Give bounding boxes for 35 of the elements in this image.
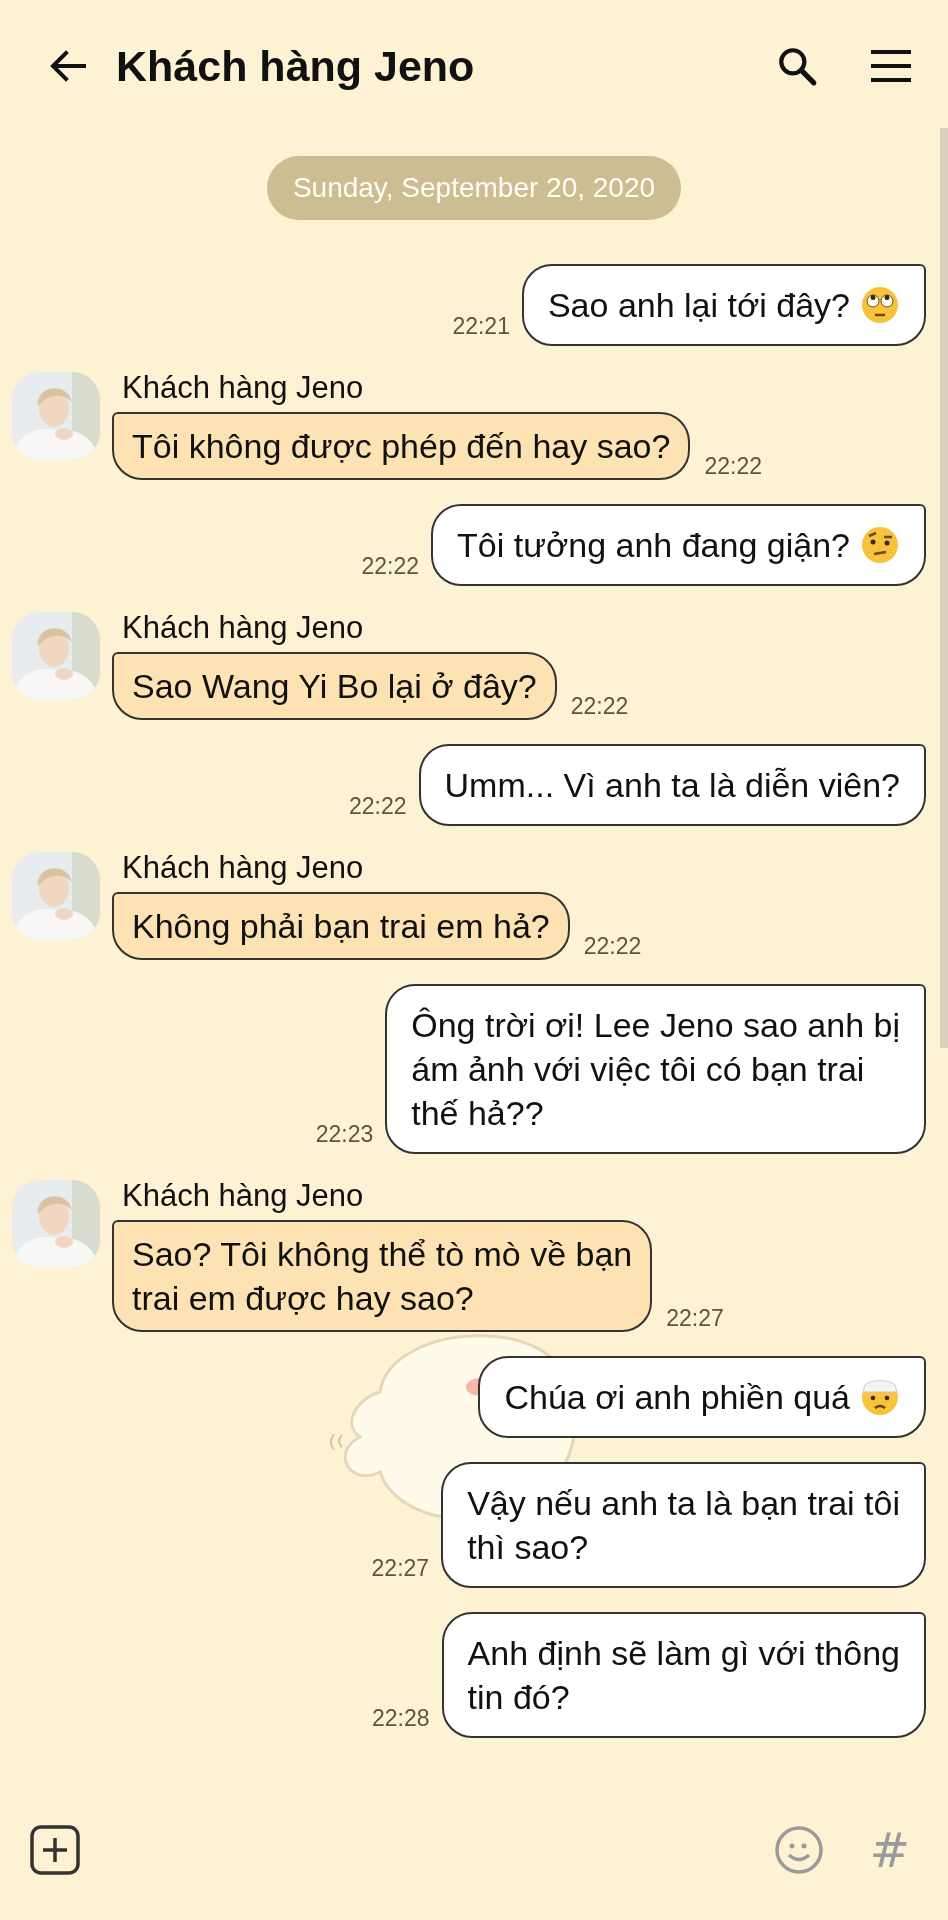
- sender-name: Khách hàng Jeno: [122, 610, 365, 646]
- add-icon[interactable]: [30, 1825, 80, 1875]
- message-bubble[interactable]: Không phải bạn trai em hả?: [112, 892, 570, 960]
- message-bubble[interactable]: Umm... Vì anh ta là diễn viên?: [418, 744, 926, 826]
- message-time: 22:23: [315, 1121, 374, 1148]
- message-bubble[interactable]: Sao Wang Yi Bo lại ở đây?: [112, 652, 557, 720]
- scrollbar[interactable]: [940, 128, 948, 1048]
- message-bubble[interactable]: Chúa ơi anh phiền quá: [478, 1356, 926, 1438]
- sender-name: Khách hàng Jeno: [122, 370, 365, 406]
- message-time: 22:27: [371, 1555, 430, 1582]
- sender-name: Khách hàng Jeno: [122, 850, 365, 886]
- message-bubble[interactable]: Vậy nếu anh ta là bạn trai tôi thì sao?: [441, 1462, 926, 1588]
- message-bubble[interactable]: Tôi tưởng anh đang giận?: [431, 504, 926, 586]
- message-time: 22:28: [372, 1705, 430, 1732]
- message-time: 22:21: [452, 313, 510, 340]
- message-bubble[interactable]: Sao? Tôi không thể tò mò về bạn trai em được hay sao?: [112, 1220, 653, 1332]
- sender-name: Khách hàng Jeno: [122, 1178, 365, 1214]
- message-time: 22:22: [583, 933, 642, 960]
- message-time: 22:27: [666, 1305, 724, 1332]
- menu-icon[interactable]: [870, 49, 912, 83]
- message-time: 22:22: [349, 793, 407, 820]
- eye-roll-emoji-icon: [860, 285, 900, 325]
- search-icon[interactable]: [776, 45, 818, 87]
- bandaged-face-emoji-icon: [860, 1377, 900, 1417]
- raised-eyebrow-emoji-icon: [860, 525, 900, 565]
- message-bubble[interactable]: Ông trời ơi! Lee Jeno sao anh bị ám ảnh với việc tôi có bạn trai thế hả??: [385, 984, 926, 1154]
- message-bubble[interactable]: Sao anh lại tới đây?: [521, 264, 926, 346]
- message-time: 22:22: [704, 453, 762, 480]
- message-bubble[interactable]: Anh định sẽ làm gì với thông tin đó?: [441, 1612, 926, 1738]
- date-divider: Sunday, September 20, 2020: [266, 156, 682, 220]
- message-time: 22:22: [570, 693, 629, 720]
- chat-title: Khách hàng Jeno: [116, 41, 476, 91]
- emoji-icon[interactable]: [773, 1825, 824, 1875]
- message-bubble[interactable]: Tôi không được phép đến hay sao?: [112, 412, 691, 480]
- message-time: 22:22: [361, 553, 420, 580]
